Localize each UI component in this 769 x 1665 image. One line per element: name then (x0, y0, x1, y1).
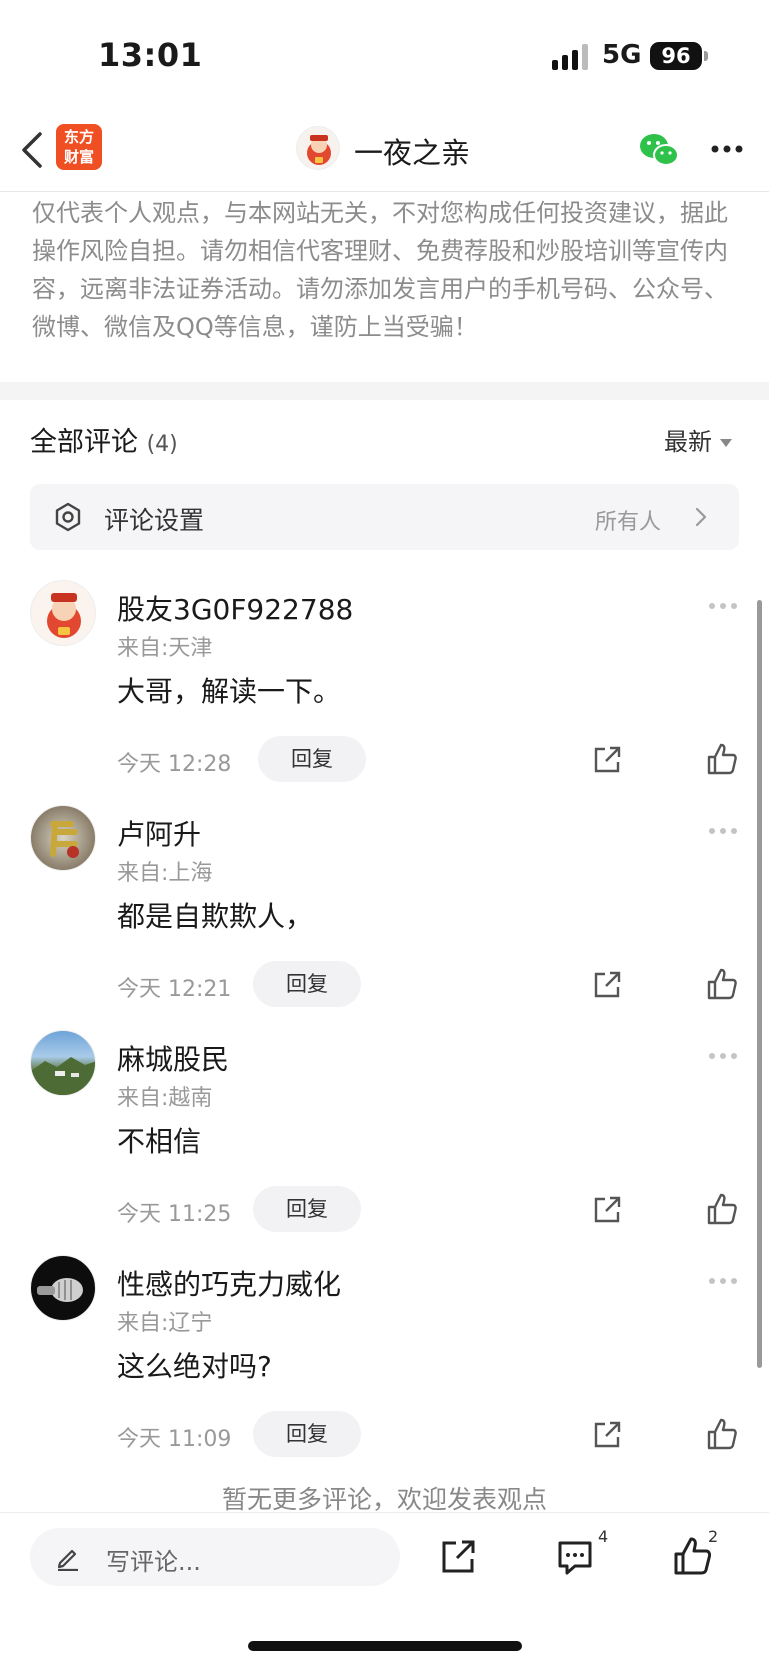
avatar[interactable] (30, 580, 96, 646)
home-indicator (248, 1641, 522, 1651)
status-time: 13:01 (98, 36, 203, 74)
avatar[interactable] (30, 1255, 96, 1321)
back-arrow-icon[interactable] (14, 126, 50, 174)
write-comment-placeholder: 写评论... (106, 1548, 201, 1576)
comments-title-label: 全部评论 (30, 427, 138, 458)
disclaimer-text: 仅代表个人观点，与本网站无关，不对您构成任何投资建议，据此操作风险自担。请勿相信… (32, 199, 728, 341)
fortune-god-icon (307, 135, 331, 165)
caret-down-icon (720, 439, 732, 447)
thumbs-up-icon[interactable] (706, 1417, 738, 1451)
share-icon[interactable] (591, 744, 623, 776)
share-icon[interactable] (438, 1537, 478, 1577)
sort-dropdown[interactable]: 最新 (664, 422, 732, 457)
more-icon[interactable] (710, 144, 744, 154)
battery-icon: 96 (650, 42, 702, 70)
section-divider (0, 382, 769, 400)
comment-settings-label: 评论设置 (104, 506, 205, 535)
like-count-badge: 2 (708, 1527, 719, 1546)
signal-icon (552, 44, 588, 70)
reply-button[interactable]: 回复 (253, 1186, 361, 1232)
more-icon[interactable] (708, 1277, 738, 1285)
pencil-icon (57, 1549, 78, 1571)
nav-bar: 东方 财富 一夜之亲 (0, 108, 769, 192)
comment-time: 今天 12:28 (117, 752, 232, 777)
sort-label: 最新 (664, 428, 712, 456)
comment-time: 今天 11:09 (117, 1427, 232, 1452)
fist-avatar-icon (37, 1278, 83, 1302)
comments-count: (4) (146, 432, 178, 457)
reply-button[interactable]: 回复 (258, 736, 366, 782)
scrollbar[interactable] (757, 600, 762, 1368)
comment-author[interactable]: 股友3G0F922788 (117, 588, 353, 628)
status-bar: 13:01 5G 96 (0, 0, 769, 108)
reply-button[interactable]: 回复 (253, 1411, 361, 1457)
network-type: 5G (602, 40, 642, 70)
comment-location: 来自:天津 (117, 636, 213, 661)
avatar[interactable] (30, 1030, 96, 1096)
app-logo[interactable]: 东方 财富 (56, 124, 102, 170)
comment-settings-row[interactable]: 评论设置 所有人 (30, 484, 739, 550)
comment-location: 来自:辽宁 (117, 1311, 213, 1336)
calligraphy-avatar-icon (50, 821, 79, 858)
more-icon[interactable] (708, 602, 738, 610)
comment-item: 股友3G0F922788 来自:天津 大哥，解读一下。 今天 12:28 回复 (0, 578, 769, 802)
thumbs-up-icon[interactable] (706, 1192, 738, 1226)
comment-time: 今天 11:25 (117, 1202, 232, 1227)
thumbs-up-icon[interactable] (706, 742, 738, 776)
comment-author[interactable]: 麻城股民 (117, 1038, 229, 1078)
share-icon[interactable] (591, 1194, 623, 1226)
comment-item: 卢阿升 来自:上海 都是自欺欺人， 今天 12:21 回复 (0, 803, 769, 1027)
reply-button[interactable]: 回复 (253, 961, 361, 1007)
nav-title: 一夜之亲 (354, 136, 471, 170)
no-more-comments: 暂无更多评论，欢迎发表观点 (221, 1485, 547, 1514)
share-icon[interactable] (591, 969, 623, 1001)
comment-icon[interactable] (555, 1537, 595, 1577)
gear-icon (55, 502, 81, 532)
thumbs-up-icon[interactable] (672, 1535, 712, 1577)
write-comment-input[interactable]: 写评论... (30, 1528, 400, 1586)
comment-text: 都是自欺欺人， (117, 900, 314, 933)
thumbs-up-icon[interactable] (706, 967, 738, 1001)
comment-author[interactable]: 性感的巧克力威化 (117, 1263, 341, 1303)
comment-author[interactable]: 卢阿升 (117, 813, 201, 853)
author-avatar[interactable] (296, 126, 340, 170)
comment-time: 今天 12:21 (117, 977, 232, 1002)
landscape-avatar-icon (31, 1057, 95, 1095)
more-icon[interactable] (708, 1052, 738, 1060)
logo-line2: 财富 (63, 148, 94, 166)
fortune-god-avatar-icon (47, 593, 81, 638)
comment-location: 来自:上海 (117, 861, 213, 886)
wechat-icon[interactable] (638, 130, 680, 170)
battery-tip (704, 51, 708, 61)
comment-item: 性感的巧克力威化 来自:辽宁 这么绝对吗? 今天 11:09 回复 (0, 1253, 769, 1477)
share-icon[interactable] (591, 1419, 623, 1451)
chevron-right-icon (695, 507, 707, 527)
battery-level: 96 (661, 44, 691, 68)
avatar[interactable] (30, 805, 96, 871)
comment-location: 来自:越南 (117, 1086, 213, 1111)
comment-text: 大哥，解读一下。 (117, 675, 342, 708)
more-icon[interactable] (708, 827, 738, 835)
comment-count-badge: 4 (598, 1527, 609, 1546)
comment-settings-value: 所有人 (595, 510, 662, 535)
bottom-bar: 写评论... 4 2 (0, 1512, 769, 1665)
comments-title: 全部评论 (4) (30, 420, 178, 459)
logo-line1: 东方 (63, 128, 94, 146)
comment-text: 不相信 (117, 1125, 202, 1158)
comment-item: 麻城股民 来自:越南 不相信 今天 11:25 回复 (0, 1028, 769, 1252)
comment-text: 这么绝对吗? (117, 1350, 272, 1383)
